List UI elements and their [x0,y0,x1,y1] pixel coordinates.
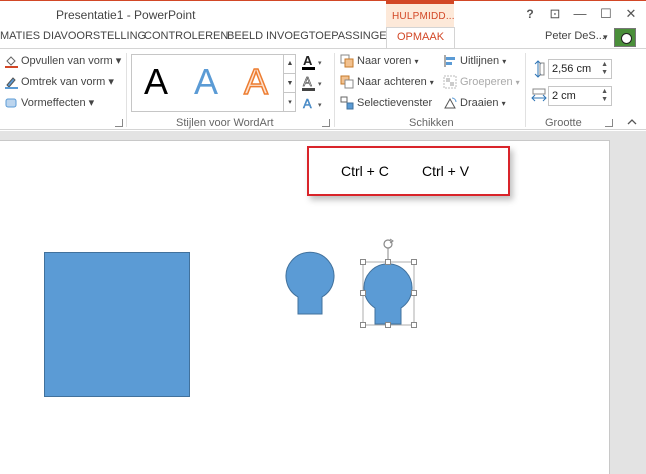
size-group-label: Grootte [545,117,582,129]
context-tab-header: HULPMIDD... [386,1,455,28]
shape-styles-launcher-icon[interactable] [115,119,123,127]
wordart-style-black[interactable]: A [144,61,168,103]
shape-fill-button[interactable]: Opvullen van vorm ▾ [4,54,121,69]
shape-height-icon [534,60,545,78]
shape-effects-icon [5,98,17,108]
text-effects-icon: A ▾ [303,96,322,111]
tab-invoegtoepassingen[interactable]: INVOEGTOEPASSINGEN [266,30,395,42]
context-tab-label: HULPMIDD... [392,11,455,22]
text-outline-icon: A ▾ [302,74,322,91]
selection-handle[interactable] [385,322,391,328]
svg-text:▾: ▾ [318,81,322,88]
text-fill-icon: A ▾ [302,53,322,70]
gallery-scroll-down-button[interactable]: ▼ [283,73,296,92]
group-separator [334,53,335,127]
rotate-icon [444,97,457,109]
keyhole-shape-copy[interactable] [360,236,420,331]
collapse-ribbon-icon[interactable] [627,117,637,127]
selection-handle[interactable] [360,259,366,265]
wordart-style-blue[interactable]: A [194,61,218,103]
keyhole-shape[interactable] [284,251,338,317]
copy-shortcut-text: Ctrl + C [341,163,389,179]
selection-pane-icon [340,96,354,110]
gallery-scroll-up-button[interactable]: ▲ [283,54,296,73]
text-effects-button[interactable]: A ▾ [301,95,325,116]
send-backward-button[interactable]: Naar achteren ▾ [340,75,434,89]
arrange-group-label: Schikken [409,117,454,129]
user-avatar[interactable] [614,28,636,47]
selection-handle[interactable] [360,322,366,328]
wordart-group-label: Stijlen voor WordArt [176,117,274,129]
shape-height-input[interactable]: 2,56 cm ▲ ▼ [548,59,612,79]
shape-effects-button[interactable]: Vormeffecten ▾ [4,96,94,110]
size-launcher-icon[interactable] [605,119,613,127]
tab-controleren[interactable]: CONTROLEREN [144,30,228,42]
width-spin-up-icon[interactable]: ▲ [601,88,608,95]
text-fill-button[interactable]: A ▾ [301,53,325,74]
shape-width-icon [531,88,547,102]
close-button[interactable]: ✕ [621,5,641,23]
ribbon-display-options-button[interactable]: ⊡ [545,5,565,23]
text-outline-button[interactable]: A ▾ [301,74,325,95]
selection-handle[interactable] [385,259,391,265]
group-separator [126,53,127,127]
help-button[interactable]: ? [520,5,540,23]
paste-shortcut-text: Ctrl + V [422,163,470,179]
wordart-style-orange-outline[interactable]: A [243,60,269,103]
ribbon: Opvullen van vorm ▾ Omtrek van vorm ▾ Vo… [0,48,646,130]
pencil-icon [5,77,18,90]
tab-opmaak[interactable]: OPMAAK [386,27,456,49]
selection-handle[interactable] [411,322,417,328]
shortcut-callout: Ctrl + C Ctrl + V [307,146,510,196]
user-name[interactable]: Peter DeS... [545,30,605,42]
window-title: Presentatie1 - PowerPoint [56,8,196,22]
width-spin-down-icon[interactable]: ▼ [601,96,608,103]
tab-beeld[interactable]: BEELD [227,30,263,42]
tab-animaties[interactable]: MATIES [0,30,40,42]
svg-text:A: A [303,96,312,111]
ribbon-tabs: MATIES DIAVOORSTELLING CONTROLEREN BEELD… [0,27,646,49]
group-separator [525,53,526,127]
align-button[interactable]: Uitlijnen ▾ [443,54,506,68]
svg-text:▾: ▾ [318,60,322,67]
restore-button[interactable]: ☐ [596,5,616,23]
paint-bucket-icon [5,56,18,69]
wordart-gallery[interactable]: A A A [131,54,296,112]
svg-text:A: A [303,53,313,68]
group-icon [443,75,457,89]
blue-square-shape[interactable] [44,252,190,397]
gallery-more-button[interactable]: ▾ [283,92,296,112]
wordart-launcher-icon[interactable] [322,119,330,127]
group-button[interactable]: Groeperen ▾ [443,75,520,89]
rotate-button[interactable]: Draaien ▾ [443,96,506,110]
height-spin-down-icon[interactable]: ▼ [601,69,608,76]
bring-forward-button[interactable]: Naar voren ▾ [340,54,419,68]
bring-forward-icon [340,54,354,68]
selection-pane-button[interactable]: Selectievenster [340,96,432,110]
align-icon [444,55,455,67]
svg-text:▾: ▾ [318,102,322,109]
selection-handle[interactable] [360,290,366,296]
selection-handle[interactable] [411,290,417,296]
minimize-button[interactable]: — [570,5,590,23]
send-backward-icon [340,75,354,89]
shape-width-input[interactable]: 2 cm ▲ ▼ [548,86,612,106]
selection-handle[interactable] [411,259,417,265]
shape-outline-button[interactable]: Omtrek van vorm ▾ [4,75,114,90]
height-spin-up-icon[interactable]: ▲ [601,61,608,68]
title-bar: Presentatie1 - PowerPoint HULPMIDD... ? … [0,0,646,28]
tab-diavoorstelling[interactable]: DIAVOORSTELLING [43,30,146,42]
user-dropdown-icon[interactable]: ▾ [603,32,608,43]
rotate-handle-icon [383,238,394,249]
svg-text:A: A [303,74,312,89]
